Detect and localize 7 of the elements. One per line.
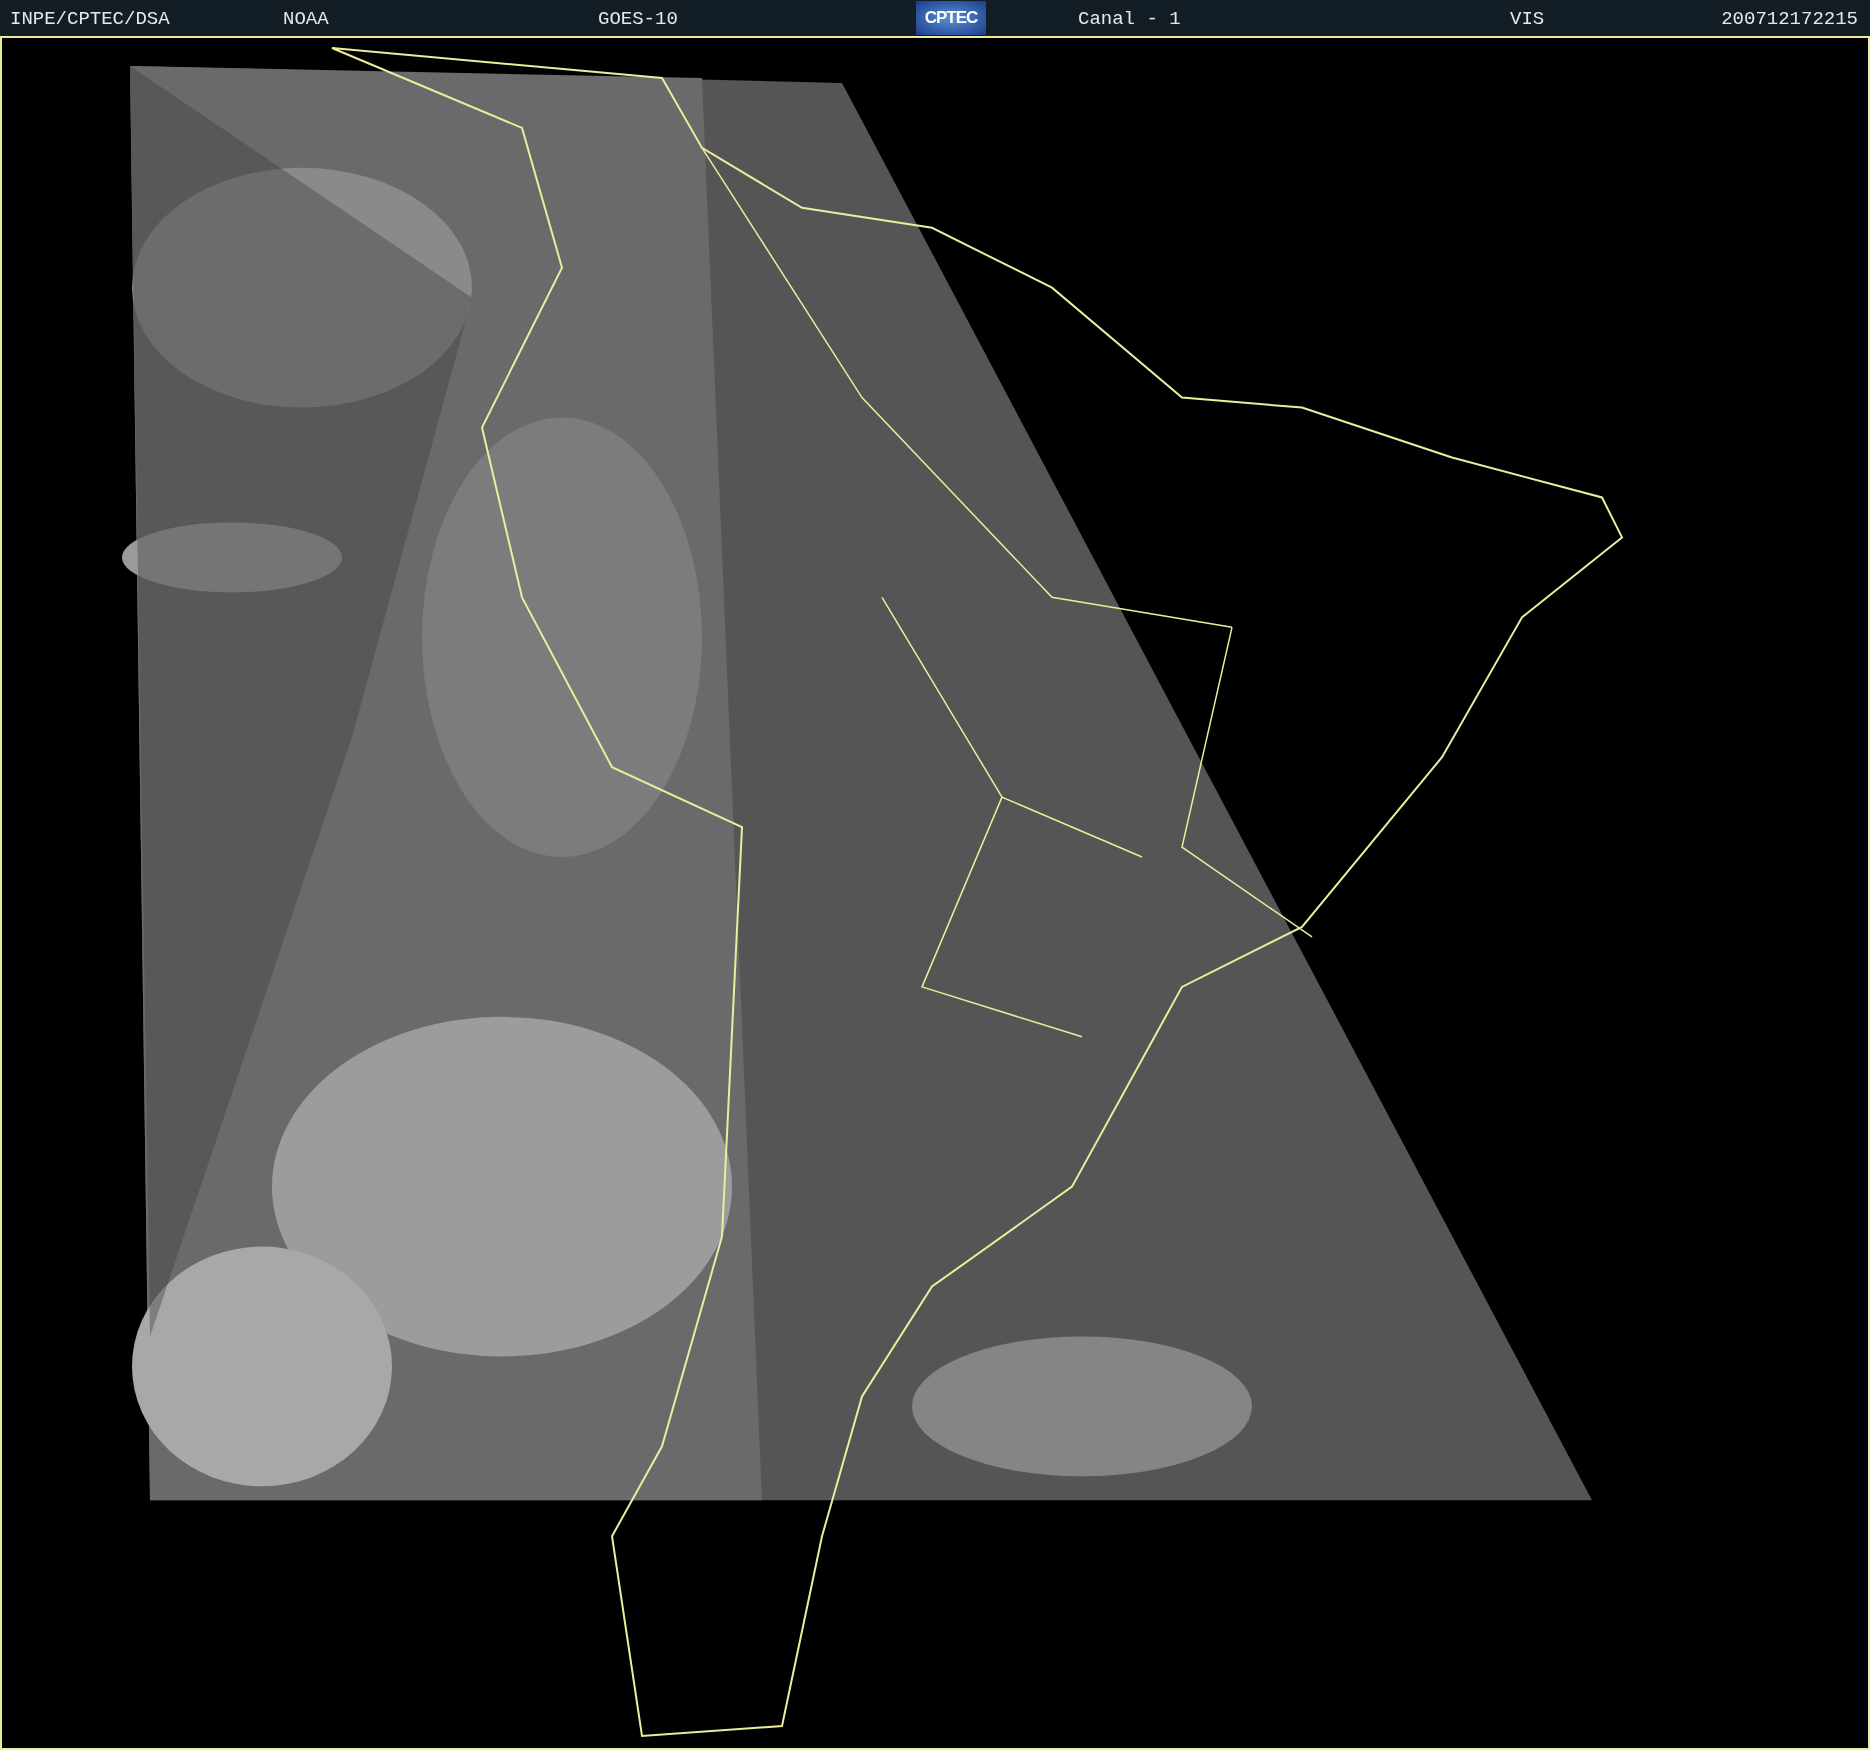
timestamp: 200712172215 [1721,8,1858,30]
band-label: VIS [1510,8,1545,30]
header-label: GOES-10 [598,8,678,30]
header-label: INPE/CPTEC/DSA [10,8,170,30]
logo: CPTEC [916,1,986,35]
header-label: NOAA [283,8,329,30]
channel-label: Canal - 1 [1078,8,1181,30]
